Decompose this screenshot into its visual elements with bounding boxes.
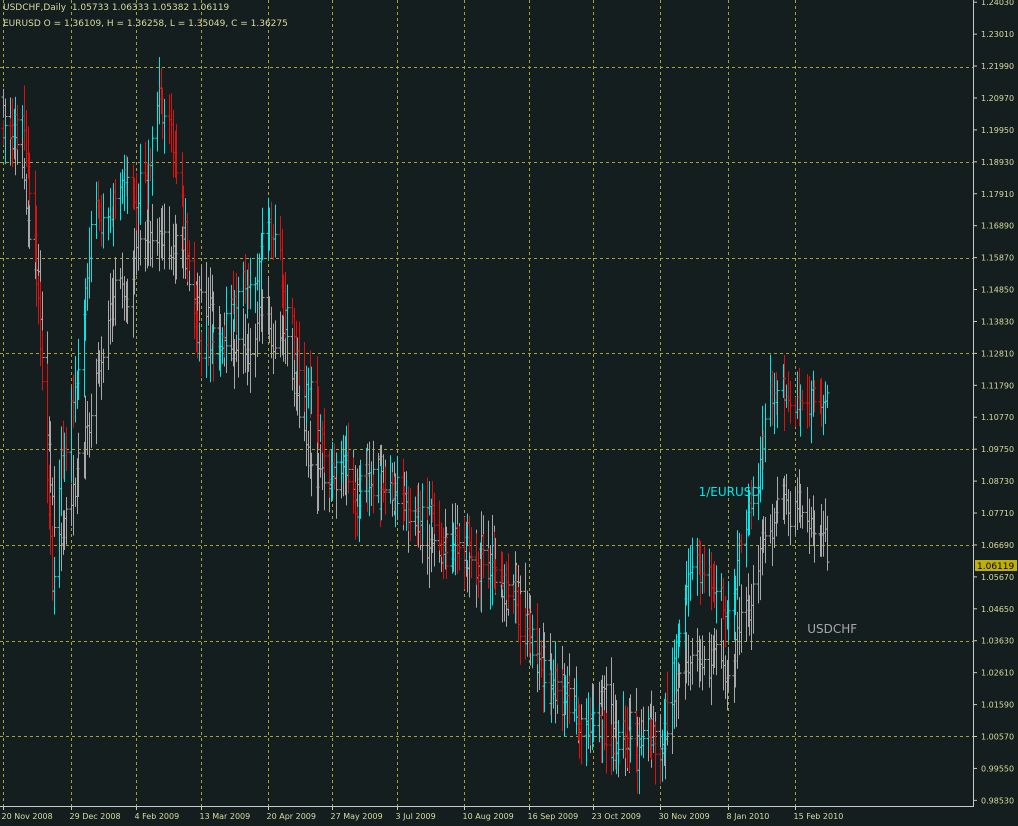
y-tick-label: 1.05670 bbox=[981, 573, 1014, 582]
x-tick-label: 4 Feb 2009 bbox=[135, 812, 180, 821]
y-tick-label: 1.06690 bbox=[981, 541, 1014, 550]
x-tick-label: 30 Nov 2009 bbox=[659, 812, 710, 821]
y-tick-label: 0.98530 bbox=[981, 796, 1014, 805]
price-chart: 1.24030 1.23010 1.21990 1.20970 1.19950 1.189… bbox=[0, 0, 1018, 826]
chart-background bbox=[0, 0, 1018, 826]
y-tick-label: 1.04650 bbox=[981, 605, 1014, 614]
x-tick-label: 3 Jul 2009 bbox=[396, 812, 436, 821]
x-tick-label: 15 Feb 2010 bbox=[794, 812, 844, 821]
x-tick-label: 16 Sep 2009 bbox=[528, 812, 579, 821]
y-tick-label: 1.11790 bbox=[981, 381, 1014, 390]
y-tick-label: 1.23010 bbox=[981, 30, 1014, 39]
y-tick-label: 1.19950 bbox=[981, 126, 1014, 135]
x-tick-label: 23 Oct 2009 bbox=[592, 812, 641, 821]
y-tick-label: 1.14850 bbox=[981, 286, 1014, 295]
x-tick-label: 29 Dec 2008 bbox=[70, 812, 121, 821]
y-tick-label: 1.08730 bbox=[981, 477, 1014, 486]
y-tick-label: 1.17910 bbox=[981, 190, 1014, 199]
x-tick-label: 13 Mar 2009 bbox=[200, 812, 251, 821]
chart-title: USDCHF,Daily 1.05733 1.06333 1.05382 1.0… bbox=[3, 3, 230, 13]
series-annotation-label: 1/EURUSD bbox=[699, 485, 761, 499]
y-tick-label: 1.24030 bbox=[981, 0, 1014, 7]
y-tick-label: 1.00570 bbox=[981, 733, 1014, 742]
y-tick-label: 1.07710 bbox=[981, 509, 1014, 518]
y-tick-label: 1.03630 bbox=[981, 637, 1014, 646]
x-tick-label: 27 May 2009 bbox=[331, 812, 383, 821]
y-tick-label: 1.21990 bbox=[981, 62, 1014, 71]
x-tick-label: 10 Aug 2009 bbox=[463, 812, 514, 821]
y-tick-label: 1.15870 bbox=[981, 254, 1014, 263]
chart-subtitle: EURUSD O = 1.36109, H = 1.36258, L = 1.3… bbox=[3, 19, 288, 29]
x-tick-label: 8 Jan 2010 bbox=[727, 812, 770, 821]
y-tick-label: 1.10770 bbox=[981, 413, 1014, 422]
x-tick-label: 20 Apr 2009 bbox=[267, 812, 316, 821]
y-tick-label: 1.01590 bbox=[981, 701, 1014, 710]
y-tick-label: 1.13830 bbox=[981, 317, 1014, 326]
y-tick-label: 0.99550 bbox=[981, 764, 1014, 773]
current-price-tag: 1.06119 bbox=[975, 560, 1017, 572]
x-tick-label: 20 Nov 2008 bbox=[2, 812, 53, 821]
y-tick-label: 1.02610 bbox=[981, 669, 1014, 678]
series-annotation-label: USDCHF bbox=[807, 622, 857, 636]
y-tick-label: 1.09750 bbox=[981, 445, 1014, 454]
y-tick-label: 1.18930 bbox=[981, 158, 1014, 167]
current-price-tag-label: 1.06119 bbox=[977, 562, 1014, 572]
y-tick-label: 1.12810 bbox=[981, 349, 1014, 358]
y-tick-label: 1.20970 bbox=[981, 94, 1014, 103]
y-tick-label: 1.16890 bbox=[981, 222, 1014, 231]
